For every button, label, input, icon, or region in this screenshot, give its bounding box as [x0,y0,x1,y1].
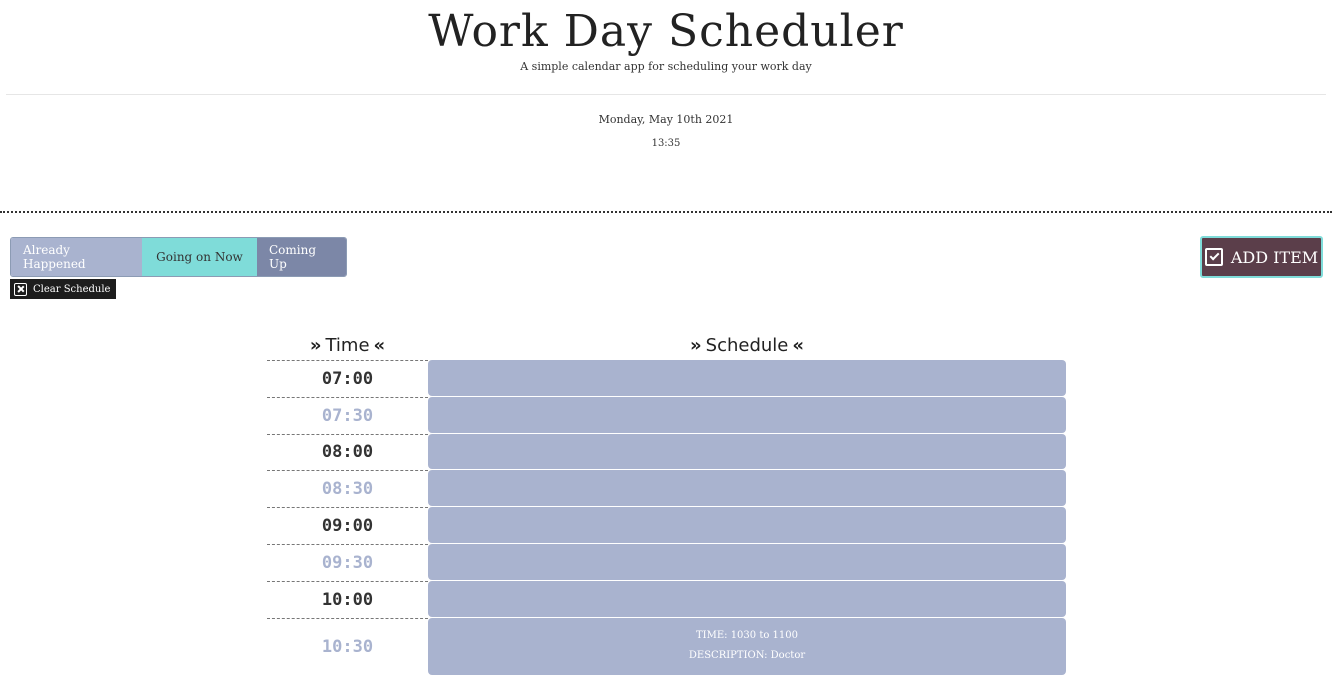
chevrons-left-icon: « [373,335,386,356]
add-item-button[interactable]: ADD ITEM [1200,236,1323,278]
schedule-slot[interactable]: TIME: 1030 to 1100 DESCRIPTION: Doctor [428,617,1066,675]
table-row: 09:00 [267,507,1066,544]
table-header: » Time « » Schedule « [267,331,1066,360]
time-header-label: Time [325,335,370,356]
table-row: 10:00 [267,580,1066,618]
table-row: 09:30 [267,543,1066,581]
current-time: 13:35 [651,138,681,149]
schedule-header-label: Schedule [705,335,789,356]
time-slot: 07:00 [267,360,428,397]
calendar-check-icon [1204,248,1223,266]
schedule-table: » Time « » Schedule « 07:00 07:30 08:00 … [267,331,1066,675]
legend-past: Already Happened [11,238,142,276]
time-slot: 07:30 [267,396,428,434]
table-row: 07:30 [267,396,1066,434]
clear-schedule-button[interactable]: Clear Schedule [10,279,117,299]
page-header: Work Day Scheduler A simple calendar app… [0,0,1332,95]
time-slot: 10:30 [267,617,428,675]
header-divider [6,94,1326,95]
table-row: 08:00 [267,433,1066,471]
status-legend: Already Happened Going on Now Coming Up [10,237,347,277]
entry-description: DESCRIPTION: Doctor [688,650,806,662]
table-row: 07:00 [267,360,1066,397]
chevrons-right-icon: » [309,335,322,356]
schedule-slot[interactable] [428,396,1066,433]
page-subtitle: A simple calendar app for scheduling you… [520,60,812,73]
time-slot: 08:30 [267,470,428,507]
time-column-header: » Time « [267,331,428,360]
time-slot: 08:00 [267,433,428,471]
time-slot: 10:00 [267,580,428,618]
page-title: Work Day Scheduler [428,6,904,57]
chevrons-right-icon: » [690,335,702,356]
chevrons-left-icon: « [792,335,804,356]
table-row: 08:30 [267,470,1066,507]
entry-time: TIME: 1030 to 1100 [695,630,798,642]
x-square-icon [14,282,27,296]
time-slot: 09:00 [267,507,428,544]
time-slot: 09:30 [267,543,428,581]
schedule-slot[interactable] [428,470,1066,507]
schedule-slot[interactable] [428,433,1066,470]
current-date: Monday, May 10th 2021 [598,113,734,126]
schedule-column-header: » Schedule « [428,331,1066,360]
section-divider [0,211,1332,213]
table-row: 10:30 TIME: 1030 to 1100 DESCRIPTION: Do… [267,617,1066,675]
clear-schedule-label: Clear Schedule [33,283,111,295]
add-item-label: ADD ITEM [1230,247,1319,267]
schedule-slot[interactable] [428,543,1066,580]
legend-present: Going on Now [142,238,257,276]
legend-future: Coming Up [257,238,346,276]
schedule-slot[interactable] [428,580,1066,617]
schedule-slot[interactable] [428,507,1066,543]
schedule-slot[interactable] [428,360,1066,396]
